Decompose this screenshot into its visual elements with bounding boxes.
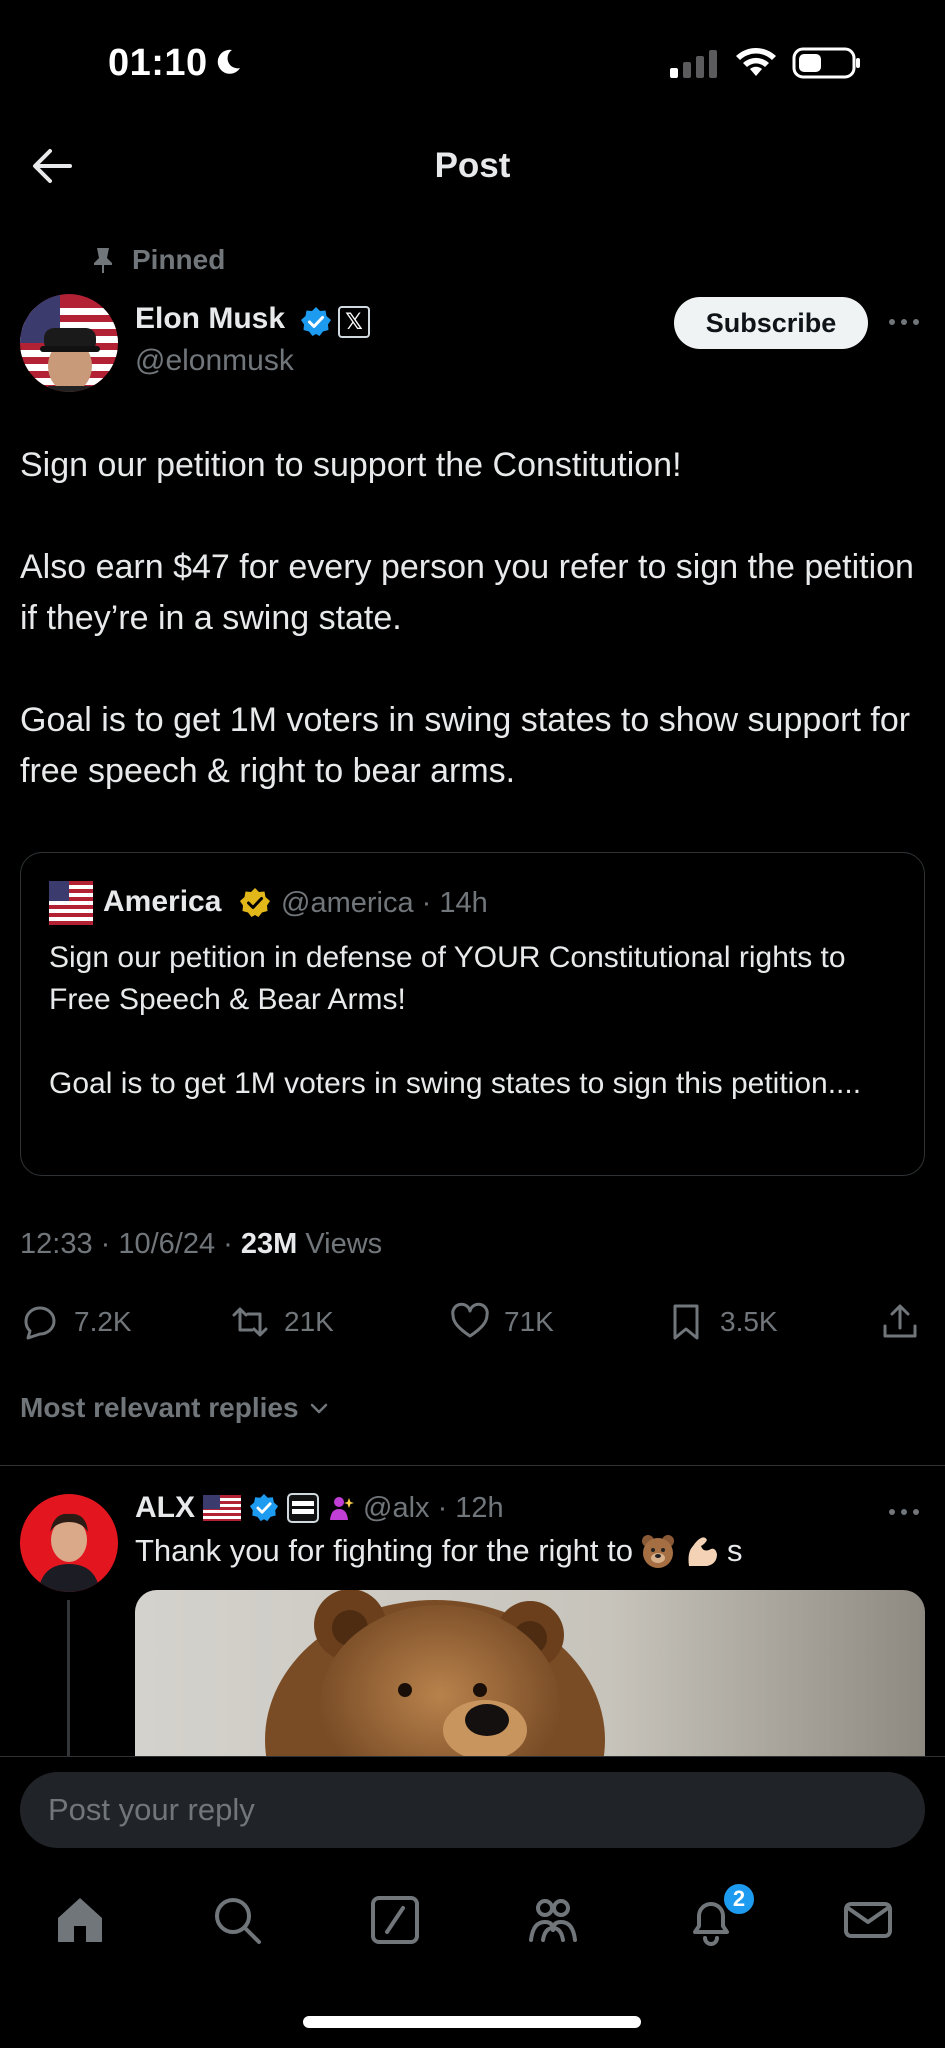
thread-line (67, 1600, 70, 1756)
repost-count: 21K (284, 1306, 334, 1337)
battery-icon (792, 47, 860, 79)
reply-button[interactable]: 7.2K (20, 1296, 132, 1348)
reply-icon (24, 1306, 56, 1340)
reply-author-name[interactable]: ALX (135, 1491, 195, 1525)
reply-text: Thank you for fighting for the right to … (135, 1532, 743, 1570)
post-paragraph: Sign our petition to support the Constit… (20, 446, 682, 484)
reply-count: 7.2K (74, 1306, 132, 1337)
author-name[interactable]: Elon Musk (135, 302, 285, 336)
reply-author-avatar[interactable] (20, 1494, 118, 1592)
bookmark-icon (673, 1304, 699, 1340)
verified-icon (301, 307, 331, 336)
author-avatar[interactable] (20, 294, 118, 392)
quoted-author-name: America (103, 885, 222, 918)
bear-emoji-icon (642, 1535, 674, 1568)
moon-icon (217, 49, 240, 74)
person-badge-icon (330, 1497, 354, 1520)
timestamp-text: 12:33 · 10/6/24 · (20, 1228, 241, 1260)
more-icon[interactable] (886, 1500, 922, 1524)
quoted-handle-time: @america · 14h (281, 887, 488, 919)
action-bar: 7.2K 21K 71K 3.5K (0, 1296, 945, 1348)
flag-icon (49, 881, 93, 925)
post-paragraph: Also earn $47 for every person you refer… (20, 548, 914, 637)
affiliate-badge-icon (287, 1493, 319, 1523)
reply-text-suffix: s (727, 1533, 743, 1568)
quoted-paragraph: Goal is to get 1M voters in swing states… (49, 1067, 862, 1100)
home-icon[interactable] (52, 1892, 108, 1948)
status-bar: 01:10 (0, 0, 945, 120)
notifications-badge: 2 (722, 1882, 756, 1916)
like-button[interactable]: 71K (450, 1296, 554, 1348)
bookmark-button[interactable]: 3.5K (666, 1296, 778, 1348)
top-header: Post (0, 130, 945, 202)
share-icon (883, 1304, 917, 1338)
communities-icon[interactable] (525, 1892, 581, 1948)
home-indicator (303, 2016, 641, 2028)
flag-icon (203, 1495, 241, 1521)
pin-icon (94, 248, 112, 273)
subscribe-button[interactable]: Subscribe (674, 297, 868, 349)
x-badge-icon: 𝕏 (338, 306, 370, 338)
post-text: Sign our petition to support the Constit… (20, 440, 920, 797)
verified-icon (240, 888, 270, 917)
reply-input[interactable]: Post your reply (20, 1772, 925, 1848)
messages-icon[interactable] (840, 1892, 896, 1948)
pinned-indicator: Pinned (92, 240, 225, 280)
verified-icon (249, 1493, 279, 1522)
replies-sort-dropdown[interactable]: Most relevant replies (20, 1392, 331, 1424)
signal-icon (670, 50, 717, 78)
status-time: 01:10 (108, 42, 208, 84)
like-count: 71K (504, 1306, 554, 1337)
author-handle[interactable]: @elonmusk (135, 344, 294, 378)
grok-icon[interactable] (367, 1892, 423, 1948)
reply-header: ALX @alx · 12h (135, 1488, 504, 1528)
search-icon[interactable] (209, 1892, 265, 1948)
reply-text-body: Thank you for fighting for the right to (135, 1533, 633, 1568)
bookmark-count: 3.5K (720, 1306, 778, 1337)
quoted-text: Sign our petition in defense of YOUR Con… (49, 937, 909, 1105)
quoted-paragraph: Sign our petition in defense of YOUR Con… (49, 941, 846, 1016)
quoted-post[interactable]: America @america · 14h Sign our petition… (20, 852, 925, 1176)
share-button[interactable] (880, 1296, 920, 1348)
pinned-label: Pinned (132, 244, 226, 275)
repost-button[interactable]: 21K (230, 1296, 334, 1348)
post-paragraph: Goal is to get 1M voters in swing states… (20, 701, 911, 790)
reply-media-image[interactable] (135, 1590, 925, 1756)
views-label: Views (297, 1228, 383, 1260)
more-icon[interactable] (886, 310, 922, 334)
post-timestamp: 12:33 · 10/6/24 · 23M Views (20, 1228, 382, 1261)
page-title: Post (434, 146, 511, 185)
reply-handle-time: @alx · 12h (363, 1491, 504, 1524)
like-icon (451, 1302, 489, 1338)
divider (0, 1465, 945, 1466)
flexed-biceps-emoji-icon (688, 1537, 717, 1566)
repost-icon (232, 1307, 268, 1337)
replies-sort-label: Most relevant replies (20, 1392, 299, 1423)
chevron-down-icon (310, 1403, 327, 1414)
views-count[interactable]: 23M (241, 1228, 297, 1260)
wifi-icon (736, 48, 776, 76)
